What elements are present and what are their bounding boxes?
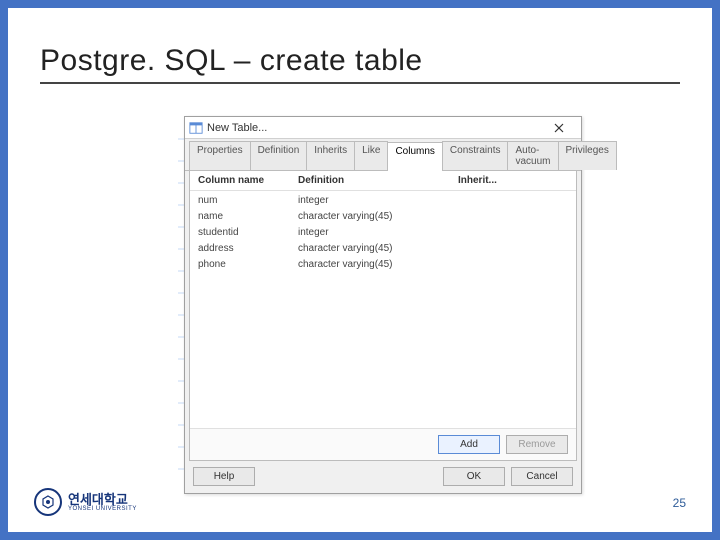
dialog-footer-buttons: Help OK Cancel <box>185 461 581 492</box>
cell-def: character varying(45) <box>298 242 458 256</box>
tab-privileges[interactable]: Privileges <box>558 141 617 170</box>
table-row[interactable]: num integer <box>190 193 576 209</box>
ok-button[interactable]: OK <box>443 467 505 486</box>
cell-name: name <box>198 210 298 224</box>
close-button[interactable] <box>541 119 577 137</box>
columns-header-row: Column name Definition Inherit... <box>190 171 576 191</box>
cell-name: address <box>198 242 298 256</box>
tab-inherits[interactable]: Inherits <box>306 141 355 170</box>
dialog-tabs: Properties Definition Inherits Like Colu… <box>185 139 581 171</box>
cell-name: studentid <box>198 226 298 240</box>
table-row[interactable]: name character varying(45) <box>190 209 576 225</box>
tab-like[interactable]: Like <box>354 141 388 170</box>
table-row[interactable]: studentid integer <box>190 225 576 241</box>
remove-button[interactable]: Remove <box>506 435 568 454</box>
cell-def: integer <box>298 226 458 240</box>
header-inherit: Inherit... <box>458 175 568 186</box>
cell-name: phone <box>198 258 298 272</box>
table-row[interactable]: address character varying(45) <box>190 241 576 257</box>
dialog-titlebar: New Table... <box>185 117 581 139</box>
close-icon <box>554 123 564 133</box>
columns-panel: Column name Definition Inherit... num in… <box>189 171 577 461</box>
cell-inh <box>458 210 568 224</box>
cell-def: character varying(45) <box>298 210 458 224</box>
footer-logo: 연세대학교 YONSEI UNIVERSITY <box>34 488 137 516</box>
tab-definition[interactable]: Definition <box>250 141 308 170</box>
logo-text: 연세대학교 YONSEI UNIVERSITY <box>68 493 137 512</box>
logo-kr: 연세대학교 <box>68 493 137 506</box>
cell-def: character varying(45) <box>298 258 458 272</box>
header-column-name: Column name <box>198 175 298 186</box>
cell-def: integer <box>298 194 458 208</box>
dialog-title-text: New Table... <box>207 122 541 134</box>
page-number: 25 <box>673 496 686 510</box>
tab-constraints[interactable]: Constraints <box>442 141 509 170</box>
slide-title: Postgre. SQL – create table <box>40 44 680 84</box>
logo-en: YONSEI UNIVERSITY <box>68 506 137 512</box>
table-icon <box>189 121 203 135</box>
cancel-button[interactable]: Cancel <box>511 467 573 486</box>
tab-properties[interactable]: Properties <box>189 141 251 170</box>
new-table-dialog: New Table... Properties Definition Inher… <box>184 116 582 494</box>
university-seal-icon <box>34 488 62 516</box>
table-row[interactable]: phone character varying(45) <box>190 257 576 273</box>
help-button[interactable]: Help <box>193 467 255 486</box>
cell-name: num <box>198 194 298 208</box>
tab-columns[interactable]: Columns <box>387 142 442 171</box>
columns-list[interactable]: num integer name character varying(45) s… <box>190 191 576 428</box>
tab-autovacuum[interactable]: Auto-vacuum <box>507 141 558 170</box>
title-area: Postgre. SQL – create table <box>40 44 680 84</box>
cell-inh <box>458 194 568 208</box>
add-button[interactable]: Add <box>438 435 500 454</box>
slide-frame: Postgre. SQL – create table New Table...… <box>0 0 720 540</box>
cell-inh <box>458 258 568 272</box>
header-definition: Definition <box>298 175 458 186</box>
cell-inh <box>458 226 568 240</box>
columns-panel-buttons: Add Remove <box>190 428 576 460</box>
cell-inh <box>458 242 568 256</box>
